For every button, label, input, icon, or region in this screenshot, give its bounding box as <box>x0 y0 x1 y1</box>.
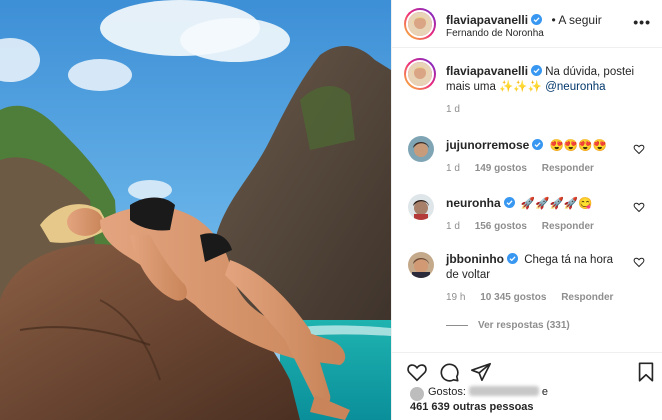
comment-body: 😍😍😍😍 <box>549 140 607 152</box>
comment-text: neuronha 🚀🚀🚀🚀😋 <box>446 196 592 212</box>
comment-avatar[interactable] <box>408 252 434 278</box>
paper-plane-icon[interactable] <box>470 361 492 383</box>
comment-time[interactable]: 1 d <box>446 163 460 174</box>
comment-time[interactable]: 1 d <box>446 221 460 232</box>
comment-avatar[interactable] <box>408 194 434 220</box>
verified-badge-icon <box>503 197 515 208</box>
caption-text: flaviapavanelli Na dúvida, postei mais u… <box>446 64 651 95</box>
comment-body: 🚀🚀🚀🚀😋 <box>520 198 593 210</box>
post-location[interactable]: Fernando de Noronha <box>446 28 544 39</box>
view-replies-button[interactable]: Ver respostas (331) <box>446 320 570 331</box>
post-header: flaviapavanelli • A seguir Fernando de N… <box>392 0 662 48</box>
comment-avatar[interactable] <box>408 136 434 162</box>
comment-like-icon[interactable] <box>633 143 645 155</box>
comment-time[interactable]: 19 h <box>446 292 465 303</box>
comment-bubble-icon[interactable] <box>438 361 460 383</box>
likes-prefix: Gostos: <box>428 386 466 398</box>
caption-time[interactable]: 1 d <box>446 104 460 115</box>
comment-username[interactable]: neuronha <box>446 196 501 210</box>
verified-badge-icon <box>531 65 543 76</box>
author-avatar[interactable] <box>406 10 434 38</box>
comment-like-icon[interactable] <box>633 256 645 268</box>
more-options-icon[interactable]: ••• <box>633 14 651 30</box>
comment-text: jujunorremose 😍😍😍😍 <box>446 138 607 154</box>
verified-badge-icon <box>506 253 518 264</box>
verified-badge-icon <box>531 14 543 25</box>
comment-likes[interactable]: 156 gostos <box>475 221 527 232</box>
post-sidebar: flaviapavanelli • A seguir Fernando de N… <box>391 0 662 420</box>
heart-outline-icon[interactable] <box>406 361 428 383</box>
comment-username[interactable]: jbboninho <box>446 252 504 266</box>
caption-emojis: ✨✨✨ <box>499 81 543 93</box>
likes-others-link[interactable]: 461 639 outras pessoas <box>410 401 534 413</box>
comment-meta: 19 h 10 345 gostos Responder <box>446 292 613 303</box>
reply-button[interactable]: Responder <box>561 292 613 303</box>
likes-summary: Gostos: e 461 639 outras pessoas <box>410 385 548 415</box>
post-photo[interactable] <box>0 0 391 420</box>
comment-meta: 1 d 156 gostos Responder <box>446 221 594 232</box>
replies-divider <box>446 324 468 326</box>
comment-meta: 1 d 149 gostos Responder <box>446 163 594 174</box>
reply-button[interactable]: Responder <box>542 221 594 232</box>
verified-badge-icon <box>532 139 544 150</box>
reply-button[interactable]: Responder <box>542 163 594 174</box>
caption-author-avatar[interactable] <box>406 60 434 88</box>
comment-username[interactable]: jujunorremose <box>446 138 529 152</box>
follow-status[interactable]: • A seguir <box>552 13 602 27</box>
comment: jujunorremose 😍😍😍😍 1 d 149 gostos Respon… <box>392 134 662 178</box>
comment: jbboninho Chega tá na hora de voltar 19 … <box>392 250 662 340</box>
comment-likes[interactable]: 149 gostos <box>475 163 527 174</box>
view-replies-label: Ver respostas (331) <box>478 320 570 331</box>
post-action-bar <box>392 352 662 382</box>
caption-author[interactable]: flaviapavanelli <box>446 64 528 78</box>
comment-like-icon[interactable] <box>633 201 645 213</box>
blurred-username[interactable] <box>468 386 539 396</box>
beach-rock-scene <box>0 0 391 420</box>
comment: neuronha 🚀🚀🚀🚀😋 1 d 156 gostos Responder <box>392 192 662 236</box>
likes-suffix: e <box>541 386 549 398</box>
caption-mention-link[interactable]: @neuronha <box>545 81 605 93</box>
bookmark-icon[interactable] <box>635 361 657 383</box>
liker-avatar[interactable] <box>410 387 424 401</box>
comment-text: jbboninho Chega tá na hora de voltar <box>446 252 626 283</box>
comment-likes[interactable]: 10 345 gostos <box>480 292 546 303</box>
author-username[interactable]: flaviapavanelli <box>446 13 528 27</box>
